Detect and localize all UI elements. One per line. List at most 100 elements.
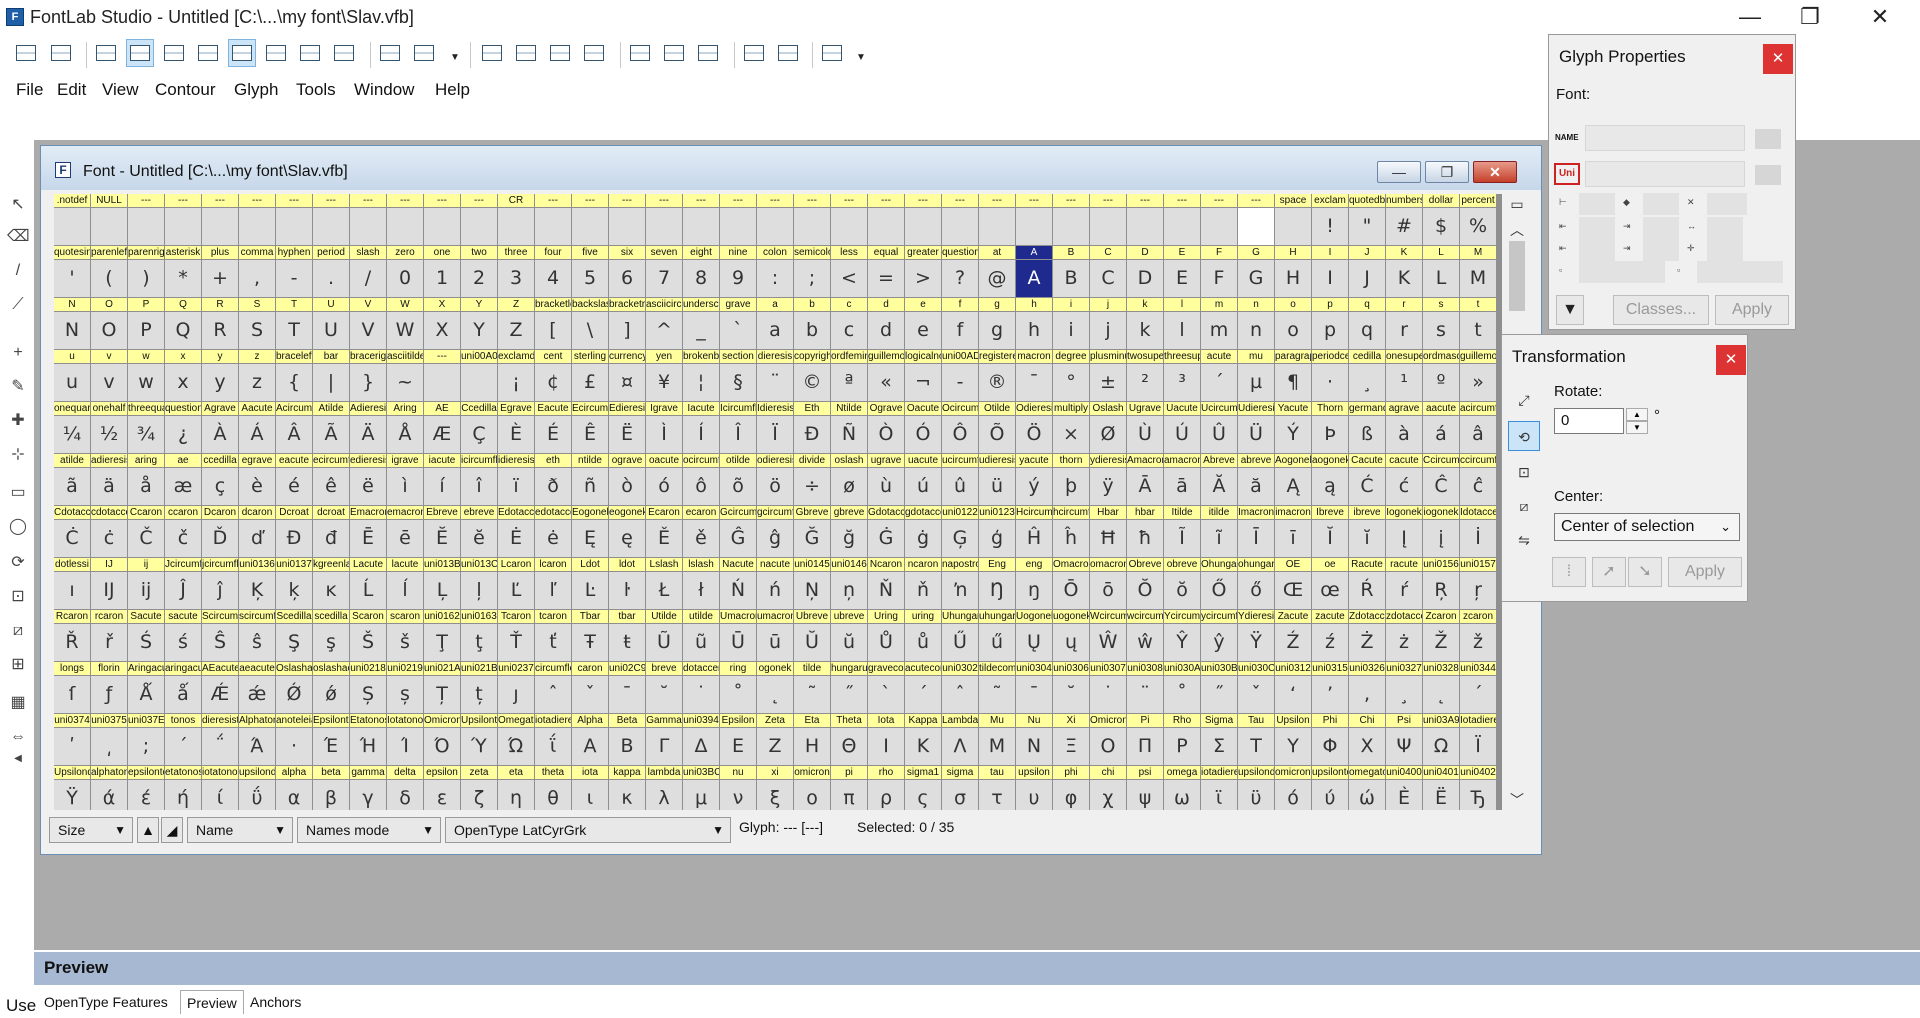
glyph-cell[interactable]: ": [1349, 208, 1385, 245]
glyph-cell[interactable]: á: [1423, 416, 1459, 453]
glyph-cell[interactable]: Ί: [387, 728, 423, 765]
glyph-cell[interactable]: v: [91, 364, 127, 401]
glyph-cell[interactable]: £: [572, 364, 608, 401]
glyph-name-cell[interactable]: cedilla: [1349, 350, 1385, 363]
glyph-name-cell[interactable]: uni0163: [461, 610, 497, 623]
glyph-cell[interactable]: [165, 208, 201, 245]
glyph-name-cell[interactable]: ---: [720, 194, 756, 207]
glyph-cell[interactable]: [1201, 208, 1237, 245]
glyph-name-cell[interactable]: Uhungarumlaut: [942, 610, 978, 623]
glyph-name-cell[interactable]: section: [720, 350, 756, 363]
glyph-name-cell[interactable]: zeta: [461, 766, 497, 779]
tools-scroll-left-icon[interactable]: ◀: [7, 748, 29, 770]
menu-view[interactable]: View: [102, 80, 139, 100]
glyph-cell[interactable]: l: [1164, 312, 1200, 349]
glyph-cell[interactable]: Τ: [1238, 728, 1274, 765]
glyph-name-cell[interactable]: upsilondieresis: [1238, 766, 1274, 779]
glyph-name-cell[interactable]: greater: [905, 246, 941, 259]
glyph-name-cell[interactable]: ---: [609, 194, 645, 207]
glyph-cell[interactable]: Ν: [1016, 728, 1052, 765]
glyph-cell[interactable]: ř: [91, 624, 127, 661]
glyph-name-cell[interactable]: l: [1164, 298, 1200, 311]
glyph-cell[interactable]: c: [831, 312, 867, 349]
glyph-name-cell[interactable]: questiondown: [165, 402, 201, 415]
glyph-name-cell[interactable]: Adieresis: [350, 402, 386, 415]
glyph-name-cell[interactable]: Beta: [609, 714, 645, 727]
glyph-cell[interactable]: W: [387, 312, 423, 349]
glyph-cell[interactable]: õ: [720, 468, 756, 505]
scroll-thumb[interactable]: [1509, 241, 1525, 311]
glyph-name-cell[interactable]: edotaccent: [535, 506, 571, 519]
glyph-name-cell[interactable]: onesuperior: [1386, 350, 1422, 363]
glyph-cell[interactable]: ψ: [1127, 780, 1163, 810]
glyph-cell[interactable]: ^: [646, 312, 682, 349]
ruler-tool-icon[interactable]: ⟋: [7, 294, 29, 316]
glyph-cell[interactable]: ų: [1053, 624, 1089, 661]
encoding-dropdown[interactable]: OpenType LatCyrGrk ▼: [445, 817, 731, 843]
glyph-cell[interactable]: [868, 208, 904, 245]
glyph-name-cell[interactable]: omicrontonos: [1275, 766, 1311, 779]
glyph-cell[interactable]: Ό: [424, 728, 460, 765]
note-field[interactable]: [1579, 261, 1665, 283]
glyph-cell[interactable]: ¦: [683, 364, 719, 401]
hand-tool-icon[interactable]: ⇔: [7, 726, 29, 748]
glyph-name-cell[interactable]: colon: [757, 246, 793, 259]
glyph-cell[interactable]: Ś: [128, 624, 164, 661]
glyph-name-cell[interactable]: uni030C: [1238, 662, 1274, 675]
glyph-name-cell[interactable]: braceleft: [276, 350, 312, 363]
glyph-name-cell[interactable]: Eogonek: [572, 506, 608, 519]
glyph-name-cell[interactable]: i: [1053, 298, 1089, 311]
glyph-cell[interactable]: L: [1423, 260, 1459, 297]
glyph-cell[interactable]: 5: [572, 260, 608, 297]
glyph-cell[interactable]: ³: [1164, 364, 1200, 401]
glyph-cell[interactable]: ¹: [1386, 364, 1422, 401]
glyph-name-cell[interactable]: ordmasculine: [1423, 350, 1459, 363]
glyph-name-cell[interactable]: oslashacute: [313, 662, 349, 675]
glyph-cell[interactable]: Į: [1386, 520, 1422, 557]
glyph-name-cell[interactable]: Edieresis: [609, 402, 645, 415]
tab-opentype-features[interactable]: OpenType Features: [38, 990, 174, 1014]
glyph-name-cell[interactable]: bar: [313, 350, 349, 363]
glyph-name-cell[interactable]: NULL: [91, 194, 127, 207]
glyph-name-cell[interactable]: Upsilondieresis: [54, 766, 90, 779]
glyph-name-cell[interactable]: ccaron: [165, 506, 201, 519]
glyph-cell[interactable]: Ŭ: [794, 624, 830, 661]
glyph-cell[interactable]: Ÿ: [1238, 624, 1274, 661]
glyph-cell[interactable]: 9: [720, 260, 756, 297]
glyph-cell[interactable]: d: [868, 312, 904, 349]
glyph-cell[interactable]: [535, 208, 571, 245]
glyph-name-cell[interactable]: omega: [1164, 766, 1200, 779]
glyph-cell[interactable]: Ã: [313, 416, 349, 453]
glyph-cell[interactable]: -: [942, 364, 978, 401]
glyph-name-cell[interactable]: Ucircumflex: [1201, 402, 1237, 415]
glyph-cell[interactable]: °: [1053, 364, 1089, 401]
glyph-cell[interactable]: ,: [239, 260, 275, 297]
glyph-name-cell[interactable]: plus: [202, 246, 238, 259]
glyph-cell[interactable]: λ: [646, 780, 682, 810]
glyph-cell[interactable]: s: [1423, 312, 1459, 349]
glyph-cell[interactable]: M: [1460, 260, 1496, 297]
glyph-cell[interactable]: N: [54, 312, 90, 349]
glyph-name-cell[interactable]: T: [276, 298, 312, 311]
glyph-name-cell[interactable]: Acircumflex: [276, 402, 312, 415]
glyph-cell[interactable]: Ĥ: [1016, 520, 1052, 557]
glyph-name-cell[interactable]: uni0218: [350, 662, 386, 675]
glyph-cell[interactable]: R: [202, 312, 238, 349]
glyph-cell[interactable]: Ţ: [424, 624, 460, 661]
glyph-cell[interactable]: ω: [1164, 780, 1200, 810]
glyph-cell[interactable]: ˚: [720, 676, 756, 713]
glyph-name-cell[interactable]: Imacron: [1238, 506, 1274, 519]
glyph-cell[interactable]: Ț: [424, 676, 460, 713]
glyph-name-cell[interactable]: caron: [572, 662, 608, 675]
glyph-name-cell[interactable]: ntilde: [572, 454, 608, 467]
glyph-name-cell[interactable]: Yacute: [1275, 402, 1311, 415]
glyph-cell[interactable]: Ó: [905, 416, 941, 453]
glyph-name-cell[interactable]: dotaccent: [683, 662, 719, 675]
glyph-cell[interactable]: ί: [202, 780, 238, 810]
glyph-name-cell[interactable]: Iotadieresis: [1460, 714, 1496, 727]
glyph-name-cell[interactable]: iotadieresistonos: [535, 714, 571, 727]
glyph-cell[interactable]: G: [1238, 260, 1274, 297]
glyph-name-cell[interactable]: uni037E: [128, 714, 164, 727]
glyph-cell[interactable]: μ: [683, 780, 719, 810]
glyph-name-cell[interactable]: Ntilde: [831, 402, 867, 415]
